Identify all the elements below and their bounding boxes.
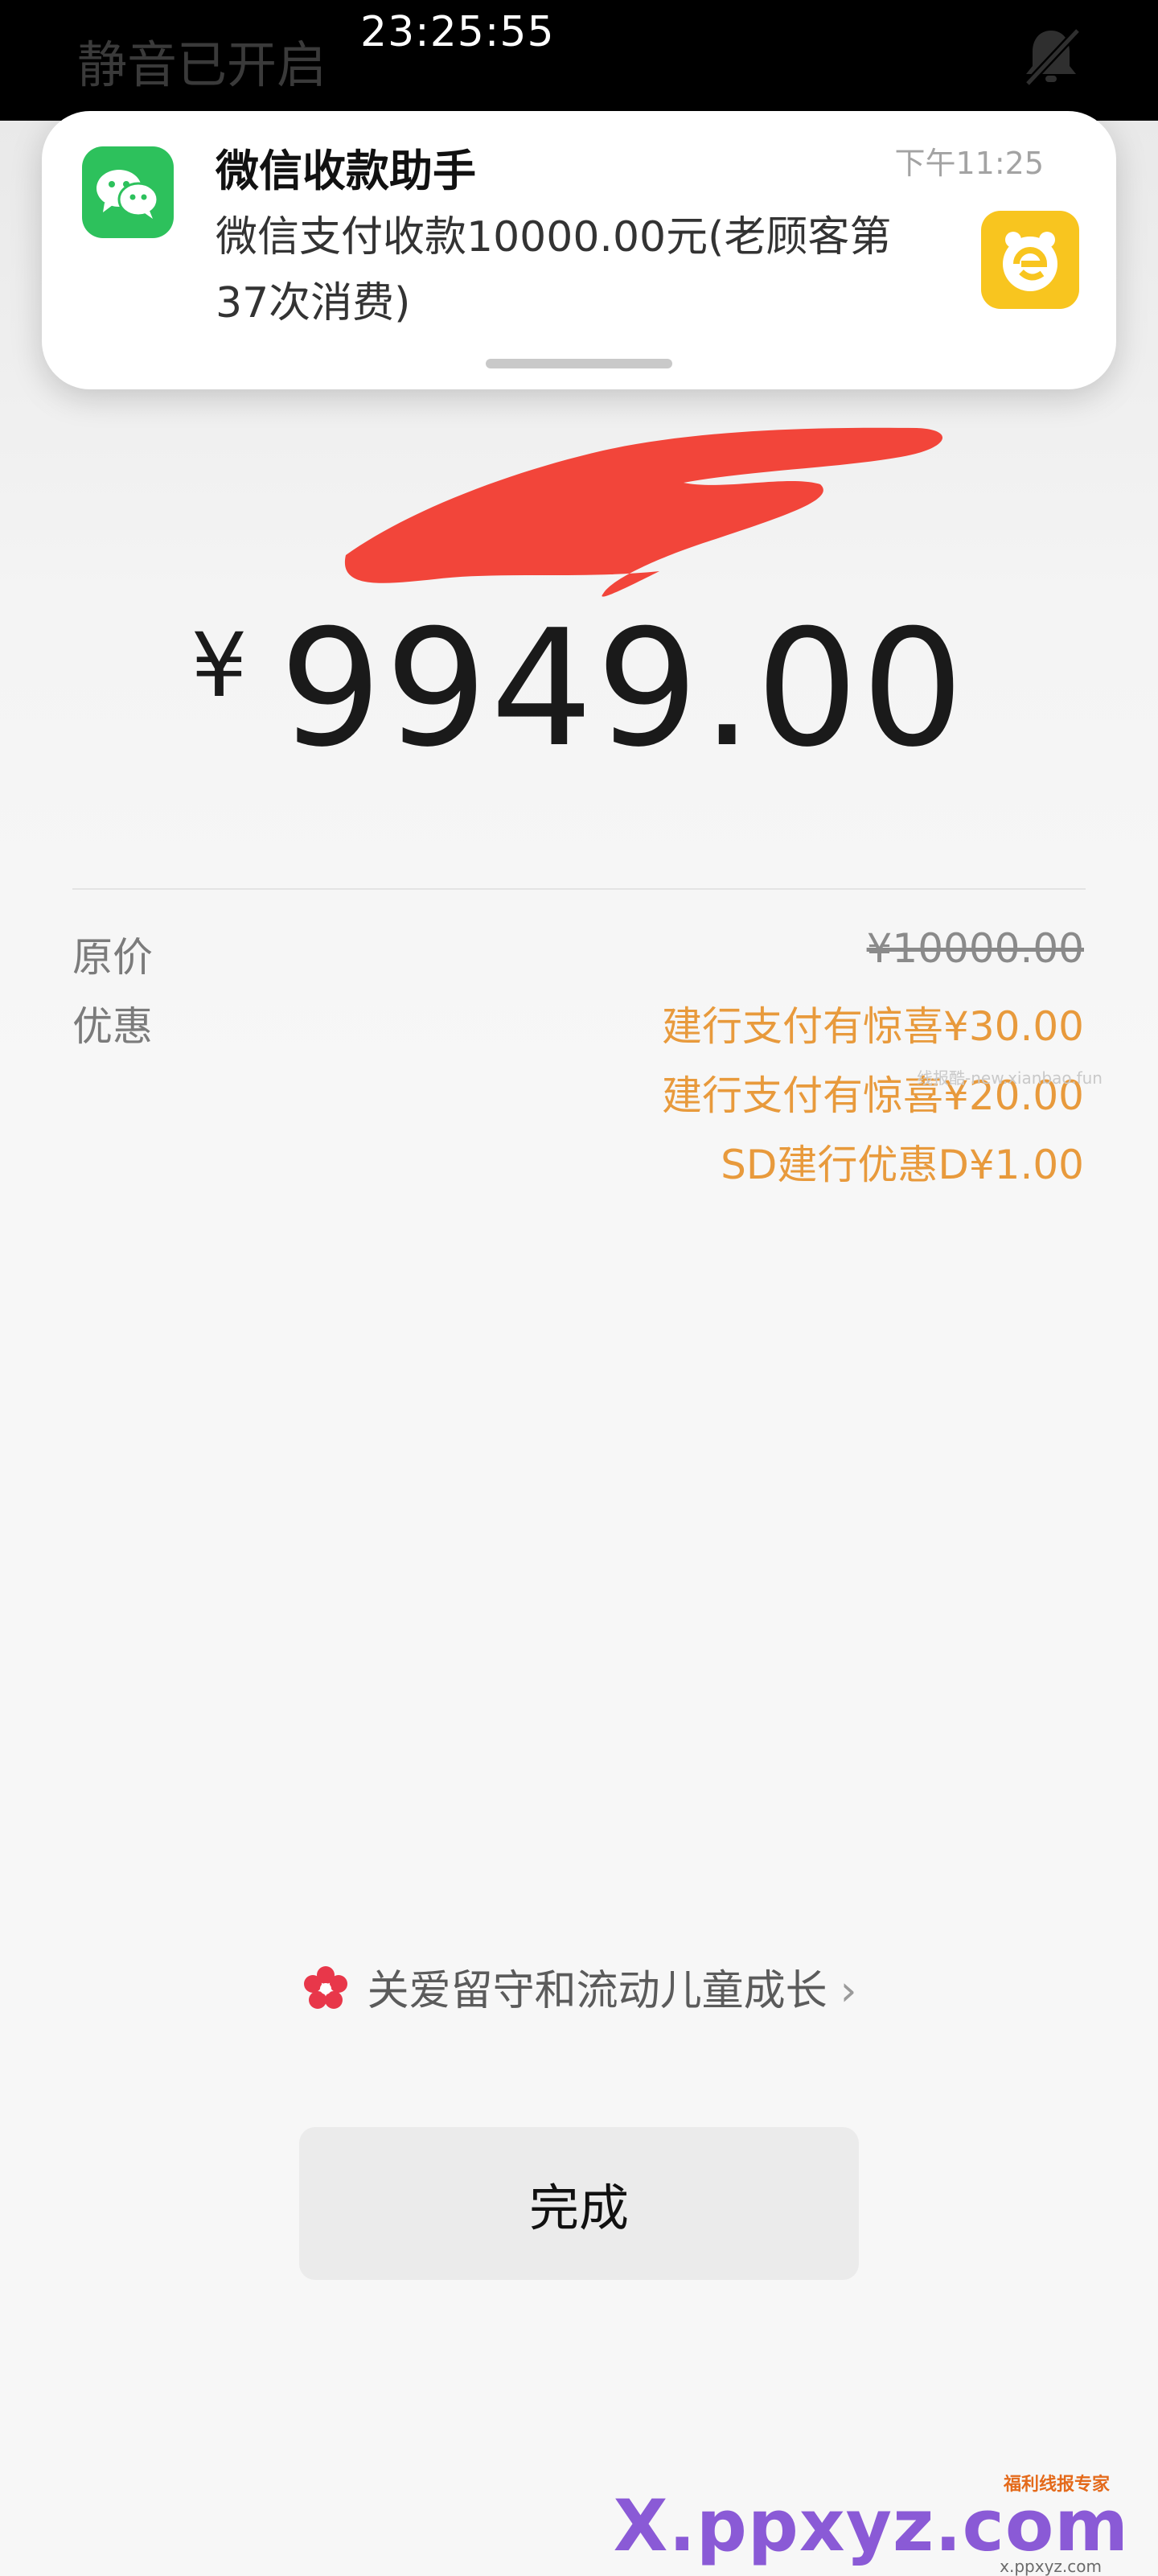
original-price-value: ¥10000.00 [866,925,1084,972]
red-flower-icon [303,1966,347,2009]
notification-banner[interactable]: 微信收款助手 下午11:25 微信支付收款10000.00元(老顾客第37次消费… [42,111,1116,389]
notification-body: 微信支付收款10000.00元(老顾客第37次消费) [216,213,892,327]
status-bar: 静音已开启 23:25:55 [0,0,1158,121]
redaction-scribble [344,427,943,597]
site-watermark-sub: x.ppxyz.com [1000,2557,1102,2576]
notification-drag-handle[interactable] [486,359,672,368]
discount-label: 优惠 [72,1003,153,1050]
silent-mode-text: 静音已开启 [77,35,327,94]
currency-symbol: ¥ [191,614,251,717]
notification-time: 下午11:25 [894,146,1044,181]
payment-amount: ¥9949.00 [0,595,1158,783]
yellow-app-icon [981,211,1079,309]
care-link-text: 关爱留守和流动儿童成长 [367,1967,827,2015]
divider [72,888,1086,890]
watermark-text: 线报酷-new.xianbao.fun [917,1068,1103,1088]
done-button[interactable]: 完成 [299,2127,859,2280]
site-watermark-logo: X.ppxyz.com [613,2484,1129,2567]
care-link[interactable]: 关爱留守和流动儿童成长 › [0,1957,1158,2017]
chevron-right-icon: › [840,1967,857,2015]
wechat-icon [82,146,174,238]
bell-muted-icon [1025,27,1081,87]
original-price-label: 原价 [72,934,153,981]
discount-item: SD建行优惠D¥1.00 [721,1142,1084,1188]
status-time: 23:25:55 [360,8,555,56]
notification-title: 微信收款助手 [216,146,476,196]
amount-value: 9949.00 [279,595,967,783]
discount-item: 建行支付有惊喜¥30.00 [662,1003,1084,1050]
